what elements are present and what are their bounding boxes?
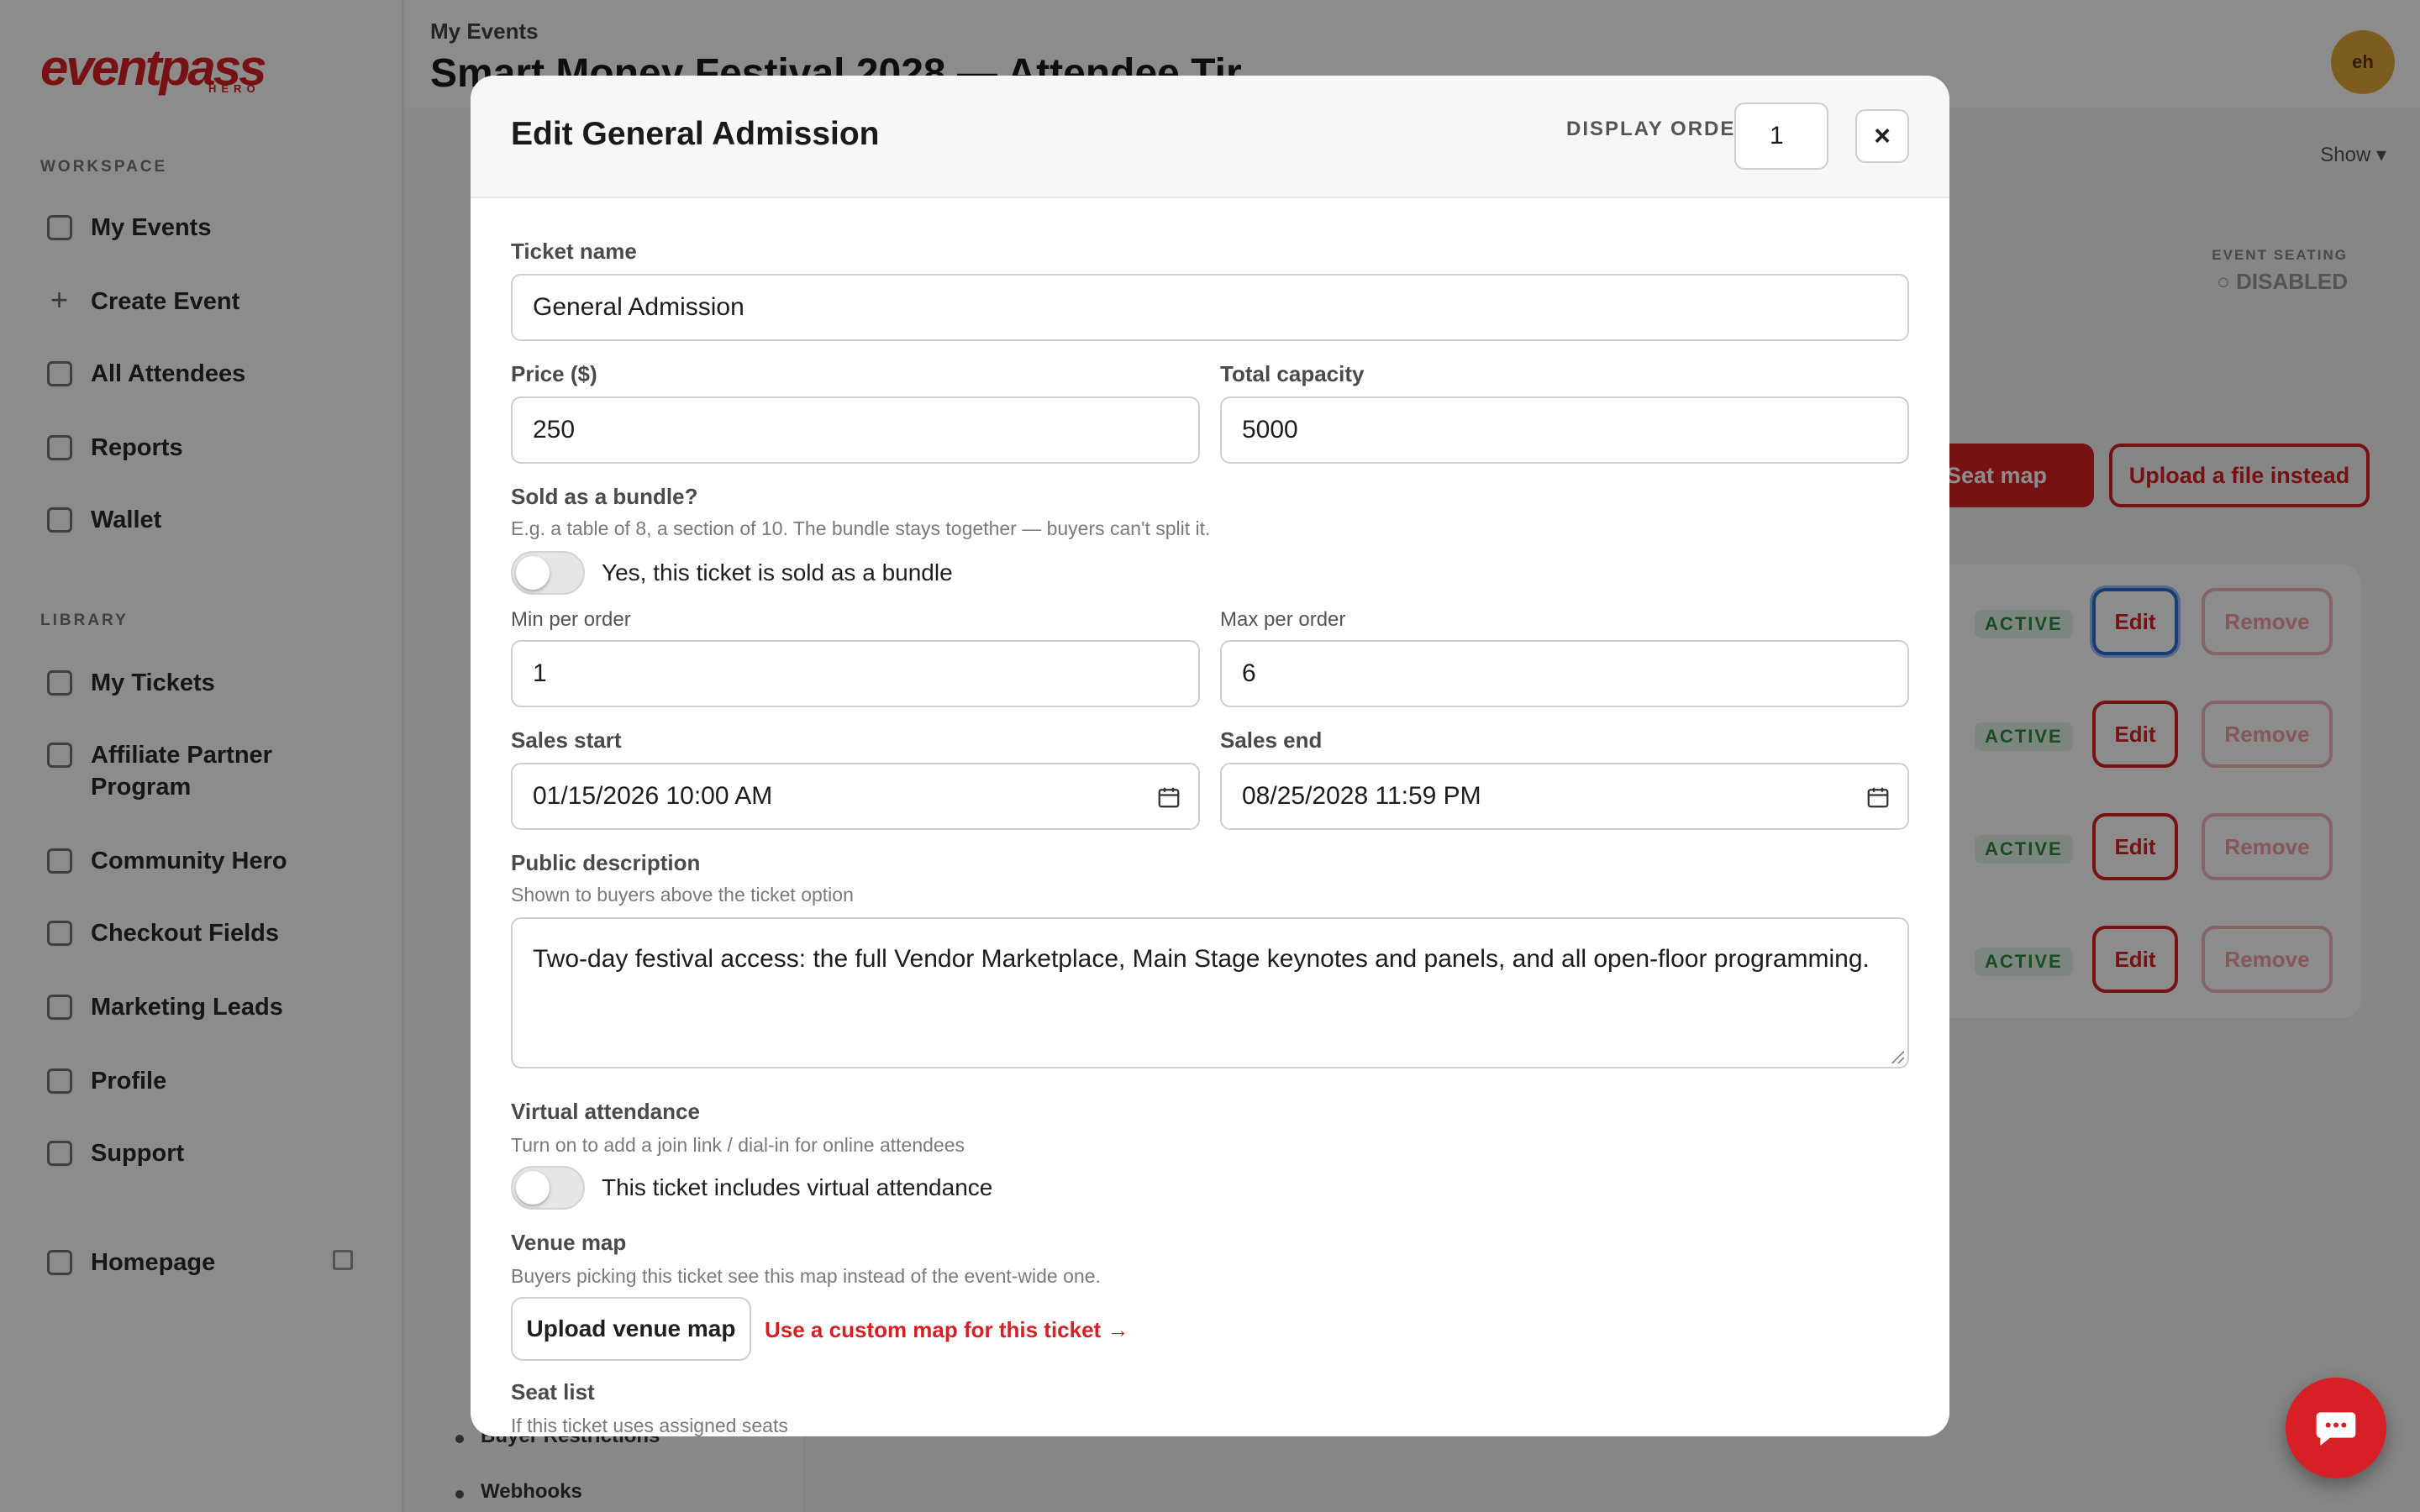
sales-end-value: 08/25/2028 11:59 PM bbox=[1242, 782, 1481, 810]
capacity-input[interactable]: 5000 bbox=[1220, 396, 1909, 464]
calendar-icon[interactable] bbox=[1156, 785, 1181, 810]
custom-map-link[interactable]: Use a custom map for this ticket → bbox=[765, 1317, 1128, 1343]
edit-ticket-modal: Edit General Admission DISPLAY ORDER 1 ×… bbox=[471, 76, 1949, 1436]
bundle-help: E.g. a table of 8, a section of 10. The … bbox=[511, 517, 1211, 539]
min-per-order-label: Min per order bbox=[511, 608, 631, 631]
seat-list-label: Seat list bbox=[511, 1379, 595, 1404]
modal-header: Edit General Admission DISPLAY ORDER 1 × bbox=[471, 76, 1949, 198]
display-order-input[interactable]: 1 bbox=[1734, 102, 1828, 170]
resize-handle-icon[interactable] bbox=[1889, 1048, 1904, 1063]
description-value: Two-day festival access: the full Vendor… bbox=[533, 945, 1870, 973]
toggle-knob bbox=[516, 1171, 550, 1205]
virtual-label: Virtual attendance bbox=[511, 1099, 700, 1124]
toggle-knob bbox=[516, 556, 550, 590]
min-per-order-input[interactable]: 1 bbox=[511, 640, 1200, 707]
chat-bubble-icon bbox=[2316, 1412, 2356, 1446]
description-textarea[interactable]: Two-day festival access: the full Vendor… bbox=[511, 917, 1909, 1068]
capacity-label: Total capacity bbox=[1220, 361, 1365, 386]
max-per-order-label: Max per order bbox=[1220, 608, 1346, 631]
sales-start-value: 01/15/2026 10:00 AM bbox=[533, 782, 773, 810]
calendar-icon[interactable] bbox=[1865, 785, 1891, 810]
price-input[interactable]: 250 bbox=[511, 396, 1200, 464]
price-label: Price ($) bbox=[511, 361, 597, 386]
bundle-label: Sold as a bundle? bbox=[511, 484, 698, 509]
virtual-toggle[interactable] bbox=[511, 1166, 585, 1210]
sales-end-label: Sales end bbox=[1220, 727, 1323, 753]
bundle-toggle[interactable] bbox=[511, 551, 585, 595]
ticket-name-label: Ticket name bbox=[511, 239, 637, 264]
close-icon: × bbox=[1874, 119, 1891, 152]
virtual-toggle-text: This ticket includes virtual attendance bbox=[602, 1174, 993, 1200]
chat-button[interactable] bbox=[2286, 1378, 2386, 1478]
upload-venue-map-button[interactable]: Upload venue map bbox=[511, 1297, 751, 1361]
venue-map-label: Venue map bbox=[511, 1230, 627, 1255]
close-button[interactable]: × bbox=[1855, 109, 1909, 163]
sales-start-input[interactable]: 01/15/2026 10:00 AM bbox=[511, 763, 1200, 830]
sales-end-input[interactable]: 08/25/2028 11:59 PM bbox=[1220, 763, 1909, 830]
ticket-name-input[interactable]: General Admission bbox=[511, 274, 1909, 341]
max-per-order-input[interactable]: 6 bbox=[1220, 640, 1909, 707]
modal-title: Edit General Admission bbox=[511, 116, 880, 152]
sales-start-label: Sales start bbox=[511, 727, 622, 753]
seat-list-help: If this ticket uses assigned seats bbox=[511, 1415, 788, 1436]
venue-map-help: Buyers picking this ticket see this map … bbox=[511, 1265, 1101, 1287]
display-order-label: DISPLAY ORDER bbox=[1566, 118, 1752, 140]
bundle-toggle-text: Yes, this ticket is sold as a bundle bbox=[602, 559, 953, 585]
description-help: Shown to buyers above the ticket option bbox=[511, 884, 854, 906]
description-label: Public description bbox=[511, 850, 701, 875]
virtual-help: Turn on to add a join link / dial-in for… bbox=[511, 1134, 965, 1156]
